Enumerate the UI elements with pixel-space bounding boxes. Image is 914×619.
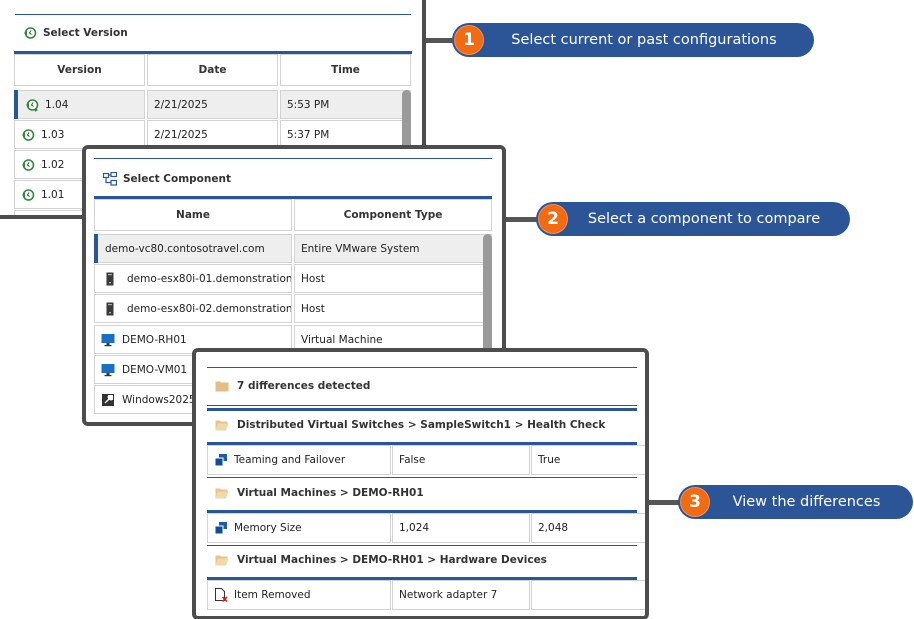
- callout-label: Select current or past configurations: [511, 32, 777, 48]
- version-value: 1.03: [41, 128, 65, 141]
- server-icon: [106, 272, 114, 285]
- diff-section-header[interactable]: Virtual Machines > DEMO-RH01: [215, 486, 424, 500]
- column-header-version[interactable]: Version: [14, 54, 145, 86]
- version-value: 1.04: [45, 98, 69, 111]
- diff-old-value[interactable]: 1,024: [392, 513, 530, 543]
- shortcut-icon: [102, 393, 114, 406]
- callout-3: 3 View the differences: [678, 485, 913, 519]
- diff-new-value[interactable]: True: [531, 445, 645, 475]
- server-icon: [106, 302, 114, 315]
- callout-label: View the differences: [732, 494, 881, 510]
- time-cell[interactable]: 5:53 PM: [280, 90, 411, 119]
- panel-top-line: [94, 158, 492, 159]
- diff-property-cell[interactable]: Teaming and Failover: [207, 445, 391, 475]
- component-name: DEMO-VM01: [122, 363, 188, 376]
- version-history-icon: [22, 188, 35, 201]
- panel-title-text: Select Version: [43, 27, 128, 39]
- panel-top-line: [15, 14, 411, 15]
- diff-section-header[interactable]: Virtual Machines > DEMO-RH01 > Hardware …: [215, 553, 547, 567]
- folder-icon: [215, 381, 229, 392]
- section-path: Distributed Virtual Switches > SampleSwi…: [237, 419, 606, 431]
- divider: [207, 408, 637, 411]
- open-folder-icon: [215, 420, 229, 431]
- component-name: demo-esx80i-01.demonstration.int: [127, 272, 292, 285]
- monitor-icon: [101, 333, 115, 346]
- component-name: Windows2025: [122, 393, 196, 406]
- component-type-cell[interactable]: Entire VMware System: [294, 234, 492, 263]
- column-header-name[interactable]: Name: [94, 199, 292, 231]
- property-changed-icon: [214, 522, 227, 535]
- component-name: DEMO-RH01: [122, 333, 187, 346]
- version-history-icon: [24, 27, 37, 39]
- diff-property-cell[interactable]: Memory Size: [207, 513, 391, 543]
- diff-section-header[interactable]: Distributed Virtual Switches > SampleSwi…: [215, 418, 605, 432]
- diff-old-value[interactable]: Network adapter 7: [392, 580, 530, 610]
- diff-new-value[interactable]: 2,048: [531, 513, 645, 543]
- diff-property-label: Memory Size: [234, 522, 302, 534]
- column-header-date[interactable]: Date: [147, 54, 278, 86]
- differences-panel: 7 differences detected Distributed Virtu…: [192, 348, 649, 619]
- callout-number-badge: 2: [538, 204, 568, 234]
- component-name-cell[interactable]: demo-vc80.contosotravel.com: [94, 234, 292, 263]
- panel-title: Select Component: [103, 172, 231, 186]
- component-name-cell[interactable]: demo-esx80i-01.demonstration.int: [94, 264, 292, 293]
- section-path: Virtual Machines > DEMO-RH01 > Hardware …: [237, 554, 547, 566]
- panel-top-line: [207, 367, 637, 368]
- diff-old-value[interactable]: False: [392, 445, 530, 475]
- callout-label: Select a component to compare: [587, 211, 821, 227]
- diff-property-label: Teaming and Failover: [234, 454, 346, 466]
- date-cell[interactable]: 2/21/2025: [147, 90, 278, 119]
- panel-title: Select Version: [23, 26, 128, 40]
- summary-text: 7 differences detected: [237, 380, 371, 392]
- diff-new-value[interactable]: [531, 580, 645, 610]
- component-tree-icon: [103, 172, 117, 186]
- column-header-component-type[interactable]: Component Type: [294, 199, 492, 231]
- callout-1: 1 Select current or past configurations: [452, 23, 814, 57]
- callout-2: 2 Select a component to compare: [536, 202, 850, 236]
- monitor-icon: [101, 363, 115, 376]
- open-folder-icon: [215, 555, 229, 566]
- version-cell[interactable]: 1.04: [14, 90, 145, 119]
- divider: [207, 545, 637, 546]
- divider: [207, 477, 637, 478]
- version-history-icon: [22, 158, 35, 171]
- version-value: 1.02: [41, 158, 65, 171]
- component-name: demo-esx80i-02.demonstration.int: [127, 302, 292, 315]
- property-changed-icon: [214, 454, 227, 467]
- selection-indicator: [14, 90, 18, 119]
- version-history-icon: [22, 128, 35, 141]
- section-path: Virtual Machines > DEMO-RH01: [237, 487, 424, 499]
- diff-property-label: Item Removed: [234, 589, 311, 601]
- callout-number-badge: 3: [680, 487, 710, 517]
- selection-indicator: [94, 234, 98, 263]
- current-version-icon: [26, 98, 39, 112]
- divider: [207, 405, 637, 406]
- version-value: 1.01: [41, 188, 65, 201]
- item-removed-icon: [215, 588, 228, 602]
- component-type-cell[interactable]: Host: [294, 294, 492, 323]
- open-folder-icon: [215, 488, 229, 499]
- column-header-time[interactable]: Time: [280, 54, 411, 86]
- diff-property-cell[interactable]: Item Removed: [207, 580, 391, 610]
- differences-summary: 7 differences detected: [215, 379, 370, 393]
- panel-title-text: Select Component: [123, 173, 231, 185]
- component-name-cell[interactable]: demo-esx80i-02.demonstration.int: [94, 294, 292, 323]
- component-type-cell[interactable]: Host: [294, 264, 492, 293]
- callout-number-badge: 1: [454, 25, 484, 55]
